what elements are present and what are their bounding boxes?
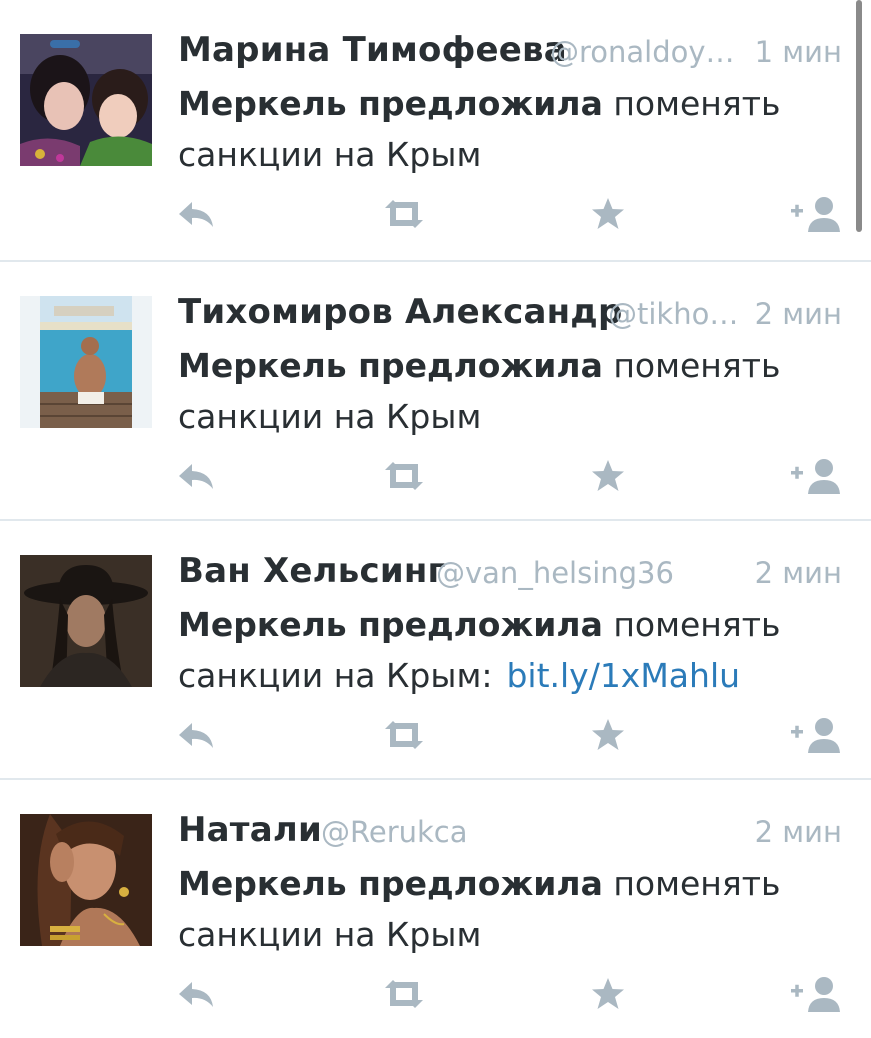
tweet-item[interactable]: Марина Тимофеева @ronaldoy… 1 мин Меркел… <box>0 0 871 258</box>
scrollbar[interactable] <box>856 0 862 232</box>
retweet-icon[interactable] <box>381 713 427 757</box>
avatar[interactable] <box>20 296 152 428</box>
retweet-icon[interactable] <box>381 972 427 1016</box>
author-handle[interactable]: @van_helsing36 <box>436 556 674 590</box>
star-icon[interactable] <box>589 713 627 757</box>
tweet-text-bold: Меркель предложила <box>178 864 603 903</box>
tweet-text: Меркель предложила поменять санкции на К… <box>178 78 828 180</box>
tweet-item[interactable]: Тихомиров Александр @tikho… 2 мин Меркел… <box>0 262 871 520</box>
tweet-header: Тихомиров Александр @tikho… 2 мин <box>178 288 842 338</box>
avatar-image <box>20 555 152 687</box>
follow-icon[interactable] <box>790 972 842 1016</box>
tweet-header: Натали @Rerukca 2 мин <box>178 806 842 856</box>
tweet-text: Меркель предложила поменять санкции на К… <box>178 340 828 442</box>
tweet-text-bold: Меркель предложила <box>178 605 603 644</box>
tweet-time: 2 мин <box>754 297 842 331</box>
avatar-image <box>20 814 152 946</box>
star-icon[interactable] <box>589 192 627 236</box>
author-handle[interactable]: @tikho… <box>608 297 738 331</box>
avatar-image <box>20 34 152 166</box>
tweet-text-bold: Меркель предложила <box>178 346 603 385</box>
tweet-link[interactable]: bit.ly/1xMahlu <box>506 656 740 695</box>
tweet-actions <box>0 454 871 498</box>
tweet-time: 1 мин <box>754 35 842 69</box>
author-name[interactable]: Марина Тимофеева <box>178 30 567 70</box>
tweet-header: Ван Хельсинг @van_helsing36 2 мин <box>178 547 842 597</box>
tweet-time: 2 мин <box>754 556 842 590</box>
reply-icon[interactable] <box>176 972 216 1016</box>
tweet-text: Меркель предложила поменять санкции на К… <box>178 858 828 960</box>
tweet-text-bold: Меркель предложила <box>178 84 603 123</box>
tweet-text: Меркель предложила поменять санкции на К… <box>178 599 828 701</box>
reply-icon[interactable] <box>176 713 216 757</box>
tweet-item[interactable]: Ван Хельсинг @van_helsing36 2 мин Меркел… <box>0 521 871 779</box>
star-icon[interactable] <box>589 972 627 1016</box>
follow-icon[interactable] <box>790 713 842 757</box>
avatar[interactable] <box>20 814 152 946</box>
avatar[interactable] <box>20 555 152 687</box>
retweet-icon[interactable] <box>381 192 427 236</box>
author-name[interactable]: Ван Хельсинг <box>178 551 446 591</box>
author-handle[interactable]: @ronaldoy… <box>550 35 735 69</box>
tweet-actions <box>0 972 871 1016</box>
tweet-time: 2 мин <box>754 815 842 849</box>
reply-icon[interactable] <box>176 192 216 236</box>
tweet-header: Марина Тимофеева @ronaldoy… 1 мин <box>178 26 842 76</box>
author-name[interactable]: Тихомиров Александр <box>178 292 623 332</box>
follow-icon[interactable] <box>790 192 842 236</box>
author-name[interactable]: Натали <box>178 810 322 850</box>
follow-icon[interactable] <box>790 454 842 498</box>
retweet-icon[interactable] <box>381 454 427 498</box>
tweet-feed: Марина Тимофеева @ronaldoy… 1 мин Меркел… <box>0 0 871 1024</box>
tweet-actions <box>0 192 871 236</box>
author-handle[interactable]: @Rerukca <box>321 815 468 849</box>
star-icon[interactable] <box>589 454 627 498</box>
tweet-actions <box>0 713 871 757</box>
reply-icon[interactable] <box>176 454 216 498</box>
avatar[interactable] <box>20 34 152 166</box>
avatar-image <box>20 296 152 428</box>
tweet-item[interactable]: Натали @Rerukca 2 мин Меркель предложила… <box>0 780 871 1038</box>
